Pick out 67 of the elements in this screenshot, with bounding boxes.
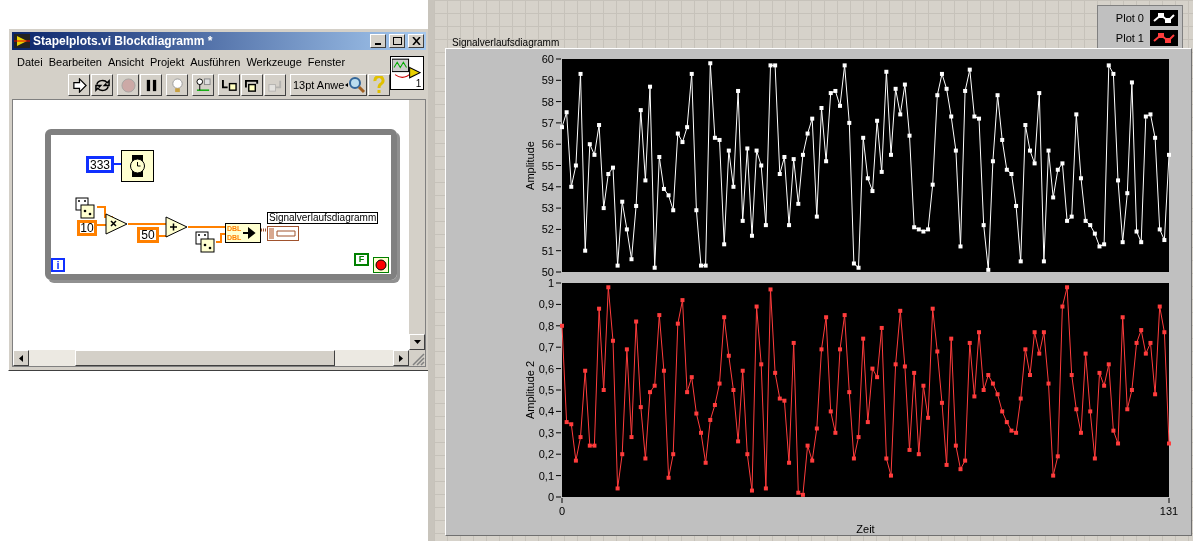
y-tick: 50 [541,266,562,278]
y-tick: 56 [541,138,562,151]
legend-label: Plot 0 [1115,10,1144,26]
menu-item[interactable]: Ausführen [187,53,244,71]
menu-item[interactable]: Werkzeuge [243,53,305,71]
y-tick: 0,4 [538,405,562,418]
graph-terminal-label: Signalverlaufsdiagramm [267,212,379,224]
loop-iteration-terminal: i [51,258,65,272]
y-tick-label: 59 [541,74,554,87]
legend-label: Plot 1 [1115,30,1144,46]
y-tick-label: 0,2 [538,448,554,461]
y-tick-label: 0,6 [538,362,554,375]
y-tick: 0,8 [538,319,562,332]
y-tick: 0,2 [538,448,562,461]
y-tick: 59 [541,74,562,87]
y-tick: 0,9 [538,298,562,311]
y-tick: 0,5 [538,384,562,396]
menu-item[interactable]: Fenster [304,53,349,71]
x-tick: 131 [1159,497,1179,517]
wait-constant: 333 [86,156,114,173]
y-tick: 58 [541,95,562,108]
y-tick-label: 52 [541,223,554,236]
x-tick-label: 131 [1159,505,1179,517]
numeric-constant: 10 [77,220,97,236]
y-tick-label: 55 [541,159,554,172]
y-tick-label: 50 [541,266,554,278]
y-tick: 57 [541,116,562,129]
menu-item[interactable]: Datei [14,53,46,71]
y-tick: 53 [541,202,562,215]
y-tick-label: 0,7 [538,341,554,354]
y-tick: 0,6 [538,362,562,375]
y-tick: 55 [541,159,562,172]
y-tick-label: 0,4 [538,405,554,418]
menu-item[interactable]: Projekt [147,53,188,71]
y-tick: 60 [541,53,562,65]
y-tick: 1 [547,279,562,289]
axis-label: Zeit [856,523,875,535]
y-tick: 0,7 [538,341,562,354]
numeric-constant: 50 [137,227,159,243]
y-tick-label: 0,9 [538,298,554,311]
menu-item[interactable]: Ansicht [104,53,147,71]
axis-label: Amplitude 2 [524,360,536,420]
graph-label: Signalverlaufsdiagramm [452,36,560,50]
y-tick-label: 58 [541,95,554,108]
y-tick-label: 51 [541,244,554,257]
window-title: Stapelplots.vi Blockdiagramm * [33,33,214,50]
y-tick-label: 0,8 [538,319,554,332]
y-tick-label: 1 [547,277,554,289]
y-tick-label: 0,1 [538,469,554,482]
boolean-constant: F [354,253,369,266]
y-tick-label: 54 [541,180,554,193]
y-tick-label: 0 [547,491,554,503]
y-tick: 0,3 [538,426,562,439]
y-tick: 0,1 [538,469,562,482]
y-tick-label: 53 [541,202,554,215]
y-tick-label: 57 [541,116,554,129]
y-tick-label: 56 [541,138,554,151]
y-tick: 51 [541,244,562,257]
font-selector[interactable]: 13pt Anwe [290,74,368,96]
y-tick: 52 [541,223,562,236]
y-tick-label: 60 [541,53,554,65]
y-tick-label: 0,5 [538,384,554,396]
menu-item[interactable]: Bearbeiten [45,53,105,71]
axis-label: Amplitude [524,141,536,190]
y-tick: 54 [541,180,562,193]
connector-number: 1 [415,79,422,89]
y-tick-label: 0,3 [538,426,554,439]
